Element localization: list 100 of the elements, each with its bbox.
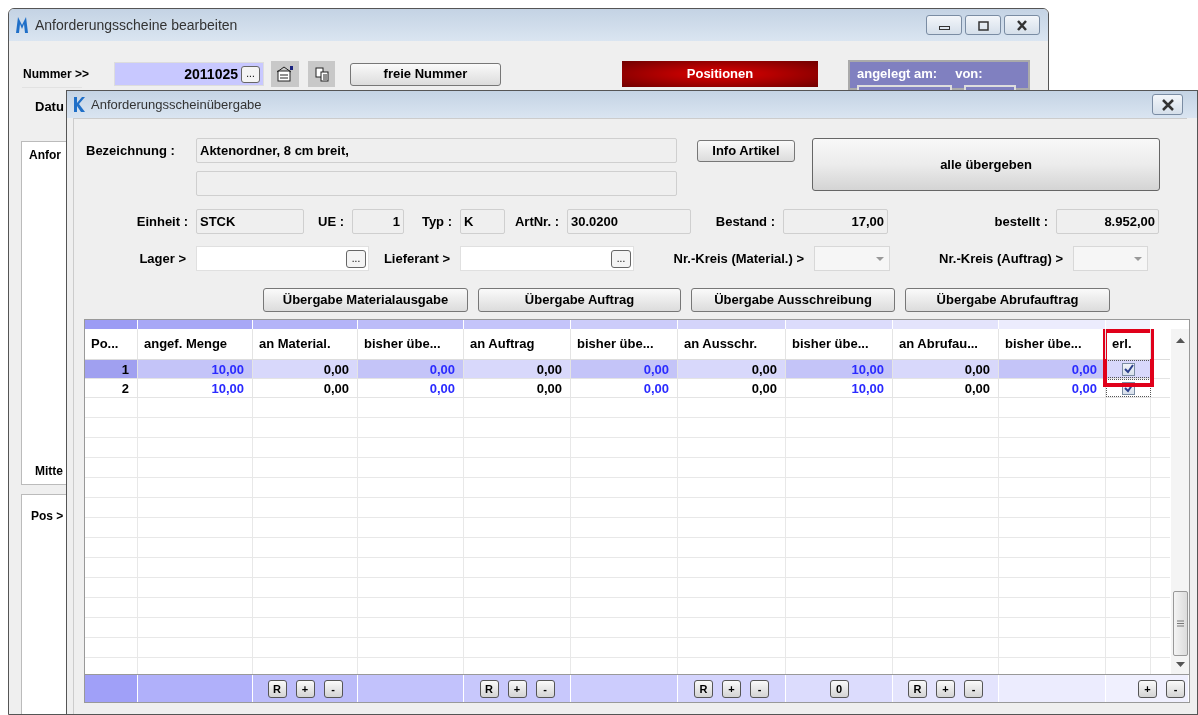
table-cell: 0,00	[893, 379, 999, 397]
column-header[interactable]: bisher übe...	[571, 329, 678, 359]
column-header[interactable]: bisher übe...	[358, 329, 464, 359]
field-label: Einheit :	[135, 212, 189, 231]
lookup-field[interactable]: ...	[196, 246, 369, 271]
column-header[interactable]: bisher übe...	[786, 329, 893, 359]
creator-field[interactable]	[964, 84, 1016, 90]
browse-button[interactable]: ...	[611, 249, 631, 268]
browse-button[interactable]: ...	[346, 249, 366, 268]
field-label: Mitte	[35, 463, 63, 480]
grid-action-button[interactable]: -	[1166, 679, 1185, 698]
table-cell: 0,00	[893, 360, 999, 378]
grid-action-button[interactable]: R	[267, 679, 287, 698]
field-label: Lager >	[138, 249, 187, 268]
transfer-button[interactable]: Übergabe Ausschreibung	[691, 288, 895, 312]
table-cell: 10,00	[138, 379, 253, 397]
table-cell: 10,00	[138, 360, 253, 378]
field-label: Datu	[35, 98, 64, 116]
vertical-scrollbar[interactable]	[1171, 329, 1189, 674]
minimize-icon	[938, 26, 950, 30]
dropdown-field[interactable]	[1073, 246, 1148, 271]
column-header: Pos >	[31, 508, 64, 525]
grid-action-button[interactable]: -	[535, 679, 555, 698]
column-header[interactable]: an Abrufau...	[893, 329, 999, 359]
table-cell: 0,00	[253, 360, 358, 378]
maximize-button[interactable]	[965, 15, 1001, 35]
group-label: Anfor	[29, 147, 61, 164]
grid-action-button[interactable]: -	[964, 679, 983, 698]
column-header[interactable]: an Ausschr.	[678, 329, 786, 359]
properties-icon	[276, 66, 294, 82]
window-title: Anforderungsscheine bearbeiten	[35, 15, 238, 35]
grid-action-button[interactable]: -	[323, 679, 343, 698]
created-on-label: angelegt am:	[857, 65, 938, 83]
grid-action-button[interactable]: +	[295, 679, 315, 698]
field-label: ArtNr. :	[513, 212, 560, 231]
column-header[interactable]: bisher übe...	[999, 329, 1106, 359]
grid-action-button[interactable]: +	[507, 679, 527, 698]
grid-action-button[interactable]: 0	[829, 679, 849, 698]
copy-icon	[313, 66, 330, 82]
field-label: Typ :	[420, 212, 453, 231]
column-header[interactable]: an Material.	[253, 329, 358, 359]
field-label: Bezeichnung :	[85, 141, 176, 160]
table-cell: 0,00	[678, 379, 786, 397]
chevron-down-icon	[1133, 255, 1143, 262]
grid-action-button[interactable]: R	[908, 679, 927, 698]
table-cell: 0,00	[678, 360, 786, 378]
scrollbar-thumb[interactable]	[1172, 591, 1188, 656]
article-number-field[interactable]: 30.0200	[567, 209, 691, 234]
type-field[interactable]: K	[460, 209, 505, 234]
table-cell: 10,00	[786, 379, 893, 397]
scroll-down-icon[interactable]	[1175, 662, 1185, 668]
transfer-all-button[interactable]: alle übergeben	[812, 138, 1160, 191]
grid-action-button[interactable]: +	[722, 679, 741, 698]
created-by-label: von:	[955, 65, 983, 83]
table-cell: 10,00	[786, 360, 893, 378]
field-label: UE :	[317, 212, 345, 231]
copy-button[interactable]	[308, 61, 335, 87]
field-label: Lieferant >	[382, 249, 451, 268]
grid-action-button[interactable]: +	[936, 679, 955, 698]
lookup-field[interactable]: ...	[460, 246, 634, 271]
grid-action-button[interactable]: R	[479, 679, 499, 698]
minimize-button[interactable]	[926, 15, 962, 35]
grid-action-button[interactable]: R	[694, 679, 713, 698]
field-label: bestellt :	[993, 212, 1049, 231]
column-header[interactable]: an Auftrag	[464, 329, 571, 359]
info-article-button[interactable]: Info Artikel	[697, 139, 795, 162]
scroll-up-icon[interactable]	[1175, 337, 1185, 343]
dropdown-field[interactable]	[814, 246, 890, 271]
description-field[interactable]	[196, 171, 677, 196]
checkbox[interactable]	[1122, 362, 1135, 376]
field-label: Nr.-Kreis (Material.) >	[672, 249, 805, 268]
date-field[interactable]	[857, 84, 952, 90]
transfer-button[interactable]: Übergabe Auftrag	[478, 288, 681, 312]
column-header[interactable]: erl.	[1106, 329, 1151, 359]
transfer-button[interactable]: Übergabe Materialausgabe	[263, 288, 468, 312]
close-button[interactable]	[1004, 15, 1040, 35]
column-header[interactable]: angef. Menge	[138, 329, 253, 359]
close-button[interactable]	[1152, 94, 1183, 115]
positions-button[interactable]: Positionen	[622, 61, 818, 87]
table-cell: 0,00	[999, 360, 1106, 378]
free-number-button[interactable]: freie Nummer	[350, 62, 501, 86]
table-cell: 0,00	[358, 360, 464, 378]
properties-button[interactable]	[271, 61, 299, 87]
table-cell: 2	[85, 379, 138, 397]
field-label: Nr.-Kreis (Auftrag) >	[938, 249, 1064, 268]
transfer-button[interactable]: Übergabe Abrufauftrag	[905, 288, 1110, 312]
packing-unit-field[interactable]: 1	[352, 209, 404, 234]
table-cell: 0,00	[571, 379, 678, 397]
stock-field[interactable]: 17,00	[783, 209, 888, 234]
table-cell: 0,00	[358, 379, 464, 397]
number-field[interactable]: 2011025 ...	[114, 62, 264, 86]
column-header[interactable]: Po...	[85, 329, 138, 359]
table-cell: 0,00	[253, 379, 358, 397]
unit-field[interactable]: STCK	[196, 209, 304, 234]
grid-action-button[interactable]: -	[750, 679, 769, 698]
description-field[interactable]: Aktenordner, 8 cm breit,	[196, 138, 677, 163]
grid-action-button[interactable]: +	[1138, 679, 1157, 698]
browse-button[interactable]: ...	[241, 65, 260, 83]
ordered-field[interactable]: 8.952,00	[1056, 209, 1159, 234]
check-icon	[1123, 364, 1134, 374]
